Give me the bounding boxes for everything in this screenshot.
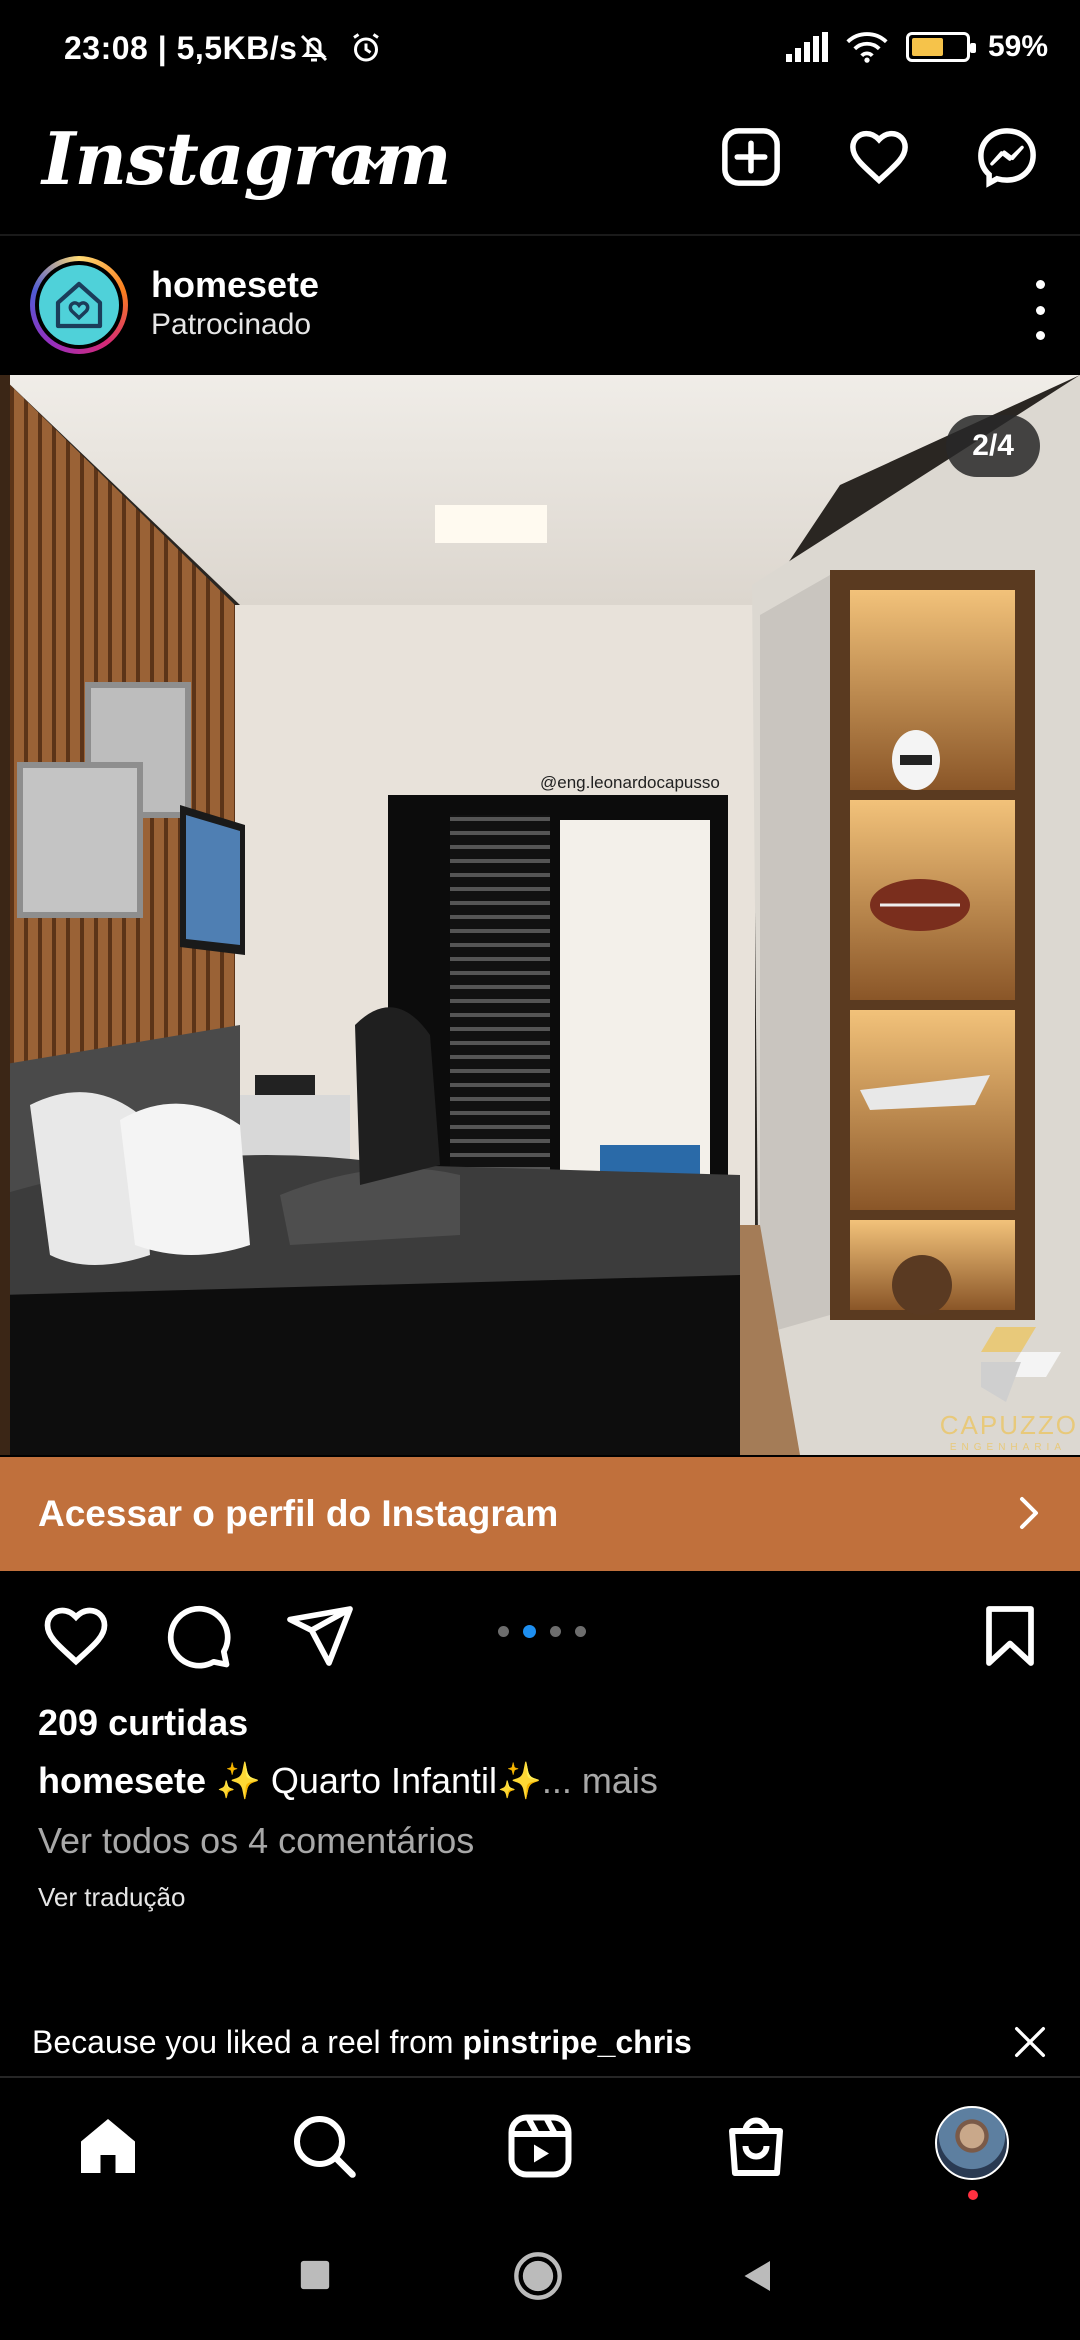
system-navigation: [0, 2210, 1080, 2340]
chevron-right-icon: [1020, 1497, 1038, 1529]
carousel-dot: [550, 1626, 561, 1637]
post-avatar[interactable]: [30, 256, 128, 354]
post-caption: homesete ✨ Quarto Infantil✨... mais: [38, 1760, 658, 1802]
capuzzo-logo-text: CAPUZZO: [939, 1410, 1078, 1440]
carousel-dot-active: [523, 1625, 536, 1638]
home-icon[interactable]: [72, 2110, 144, 2182]
carousel-dot: [575, 1626, 586, 1637]
new-post-icon[interactable]: [718, 124, 784, 190]
messenger-icon[interactable]: [974, 124, 1040, 190]
status-bar: 23:08 | 5,5KB/s 59%: [0, 0, 1080, 100]
visit-profile-cta[interactable]: Acessar o perfil do Instagram: [0, 1457, 1080, 1571]
carousel-dot: [498, 1626, 509, 1637]
carousel-indicator: [498, 1625, 586, 1638]
suggestion-text: Because you liked a reel from: [32, 2024, 463, 2060]
sponsored-label: Patrocinado: [151, 308, 312, 341]
suggestion-user[interactable]: pinstripe_chris: [462, 2024, 691, 2060]
caption-username[interactable]: homesete: [38, 1760, 206, 1801]
app-header: Instagram: [0, 110, 1080, 230]
notification-dot: [968, 2190, 978, 2200]
status-time: 23:08 | 5,5KB/s: [64, 30, 298, 66]
header-divider: [0, 234, 1080, 236]
post-actions: [0, 1600, 1080, 1670]
image-watermark: @eng.leonardocapusso: [540, 773, 720, 792]
cta-label: Acessar o perfil do Instagram: [38, 1493, 559, 1534]
close-icon[interactable]: [1010, 2022, 1050, 2062]
caption-text: ✨ Quarto Infantil✨: [206, 1760, 542, 1801]
like-count[interactable]: 209 curtidas: [38, 1702, 248, 1744]
bedroom-render-image: [0, 375, 1080, 1455]
recents-icon[interactable]: [298, 2258, 332, 2292]
battery-percent: 59%: [987, 30, 1048, 63]
post-header: homesete Patrocinado: [0, 240, 1080, 375]
save-icon[interactable]: [974, 1600, 1046, 1672]
share-icon[interactable]: [284, 1600, 356, 1672]
caption-more-link[interactable]: ... mais: [542, 1760, 658, 1801]
back-icon[interactable]: [740, 2256, 776, 2296]
chevron-down-icon[interactable]: [358, 150, 392, 172]
suggestion-banner: Because you liked a reel from pinstripe_…: [32, 2024, 692, 2061]
heart-icon[interactable]: [846, 124, 912, 190]
reels-icon[interactable]: [504, 2110, 576, 2182]
like-icon[interactable]: [40, 1600, 112, 1672]
bottom-navigation: [0, 2080, 1080, 2210]
alarm-icon: [353, 33, 379, 62]
search-icon[interactable]: [288, 2110, 360, 2182]
post-username[interactable]: homesete: [151, 264, 319, 306]
capuzzo-logo-icon: [981, 1327, 1061, 1402]
capuzzo-logo-subtext: ENGENHARIA: [949, 1442, 1066, 1453]
carousel-counter: 2/4: [946, 415, 1040, 477]
view-comments-link[interactable]: Ver todos os 4 comentários: [38, 1820, 474, 1862]
battery-icon: [905, 32, 976, 62]
post-image[interactable]: 2/4 @eng.leonardocapusso CAPUZZO ENGENHA…: [0, 375, 1080, 1455]
home-circle-icon[interactable]: [512, 2250, 564, 2302]
mute-bell-icon: [300, 34, 328, 62]
see-translation-link[interactable]: Ver tradução: [38, 1882, 185, 1913]
suggestion-divider: [0, 2076, 1080, 2078]
wifi-icon: [846, 32, 888, 63]
comment-icon[interactable]: [162, 1600, 234, 1672]
profile-avatar[interactable]: [935, 2106, 1009, 2180]
house-heart-icon: [55, 281, 103, 329]
signal-icon: [785, 32, 828, 62]
more-options-icon[interactable]: [1030, 280, 1050, 340]
shop-icon[interactable]: [720, 2110, 792, 2182]
